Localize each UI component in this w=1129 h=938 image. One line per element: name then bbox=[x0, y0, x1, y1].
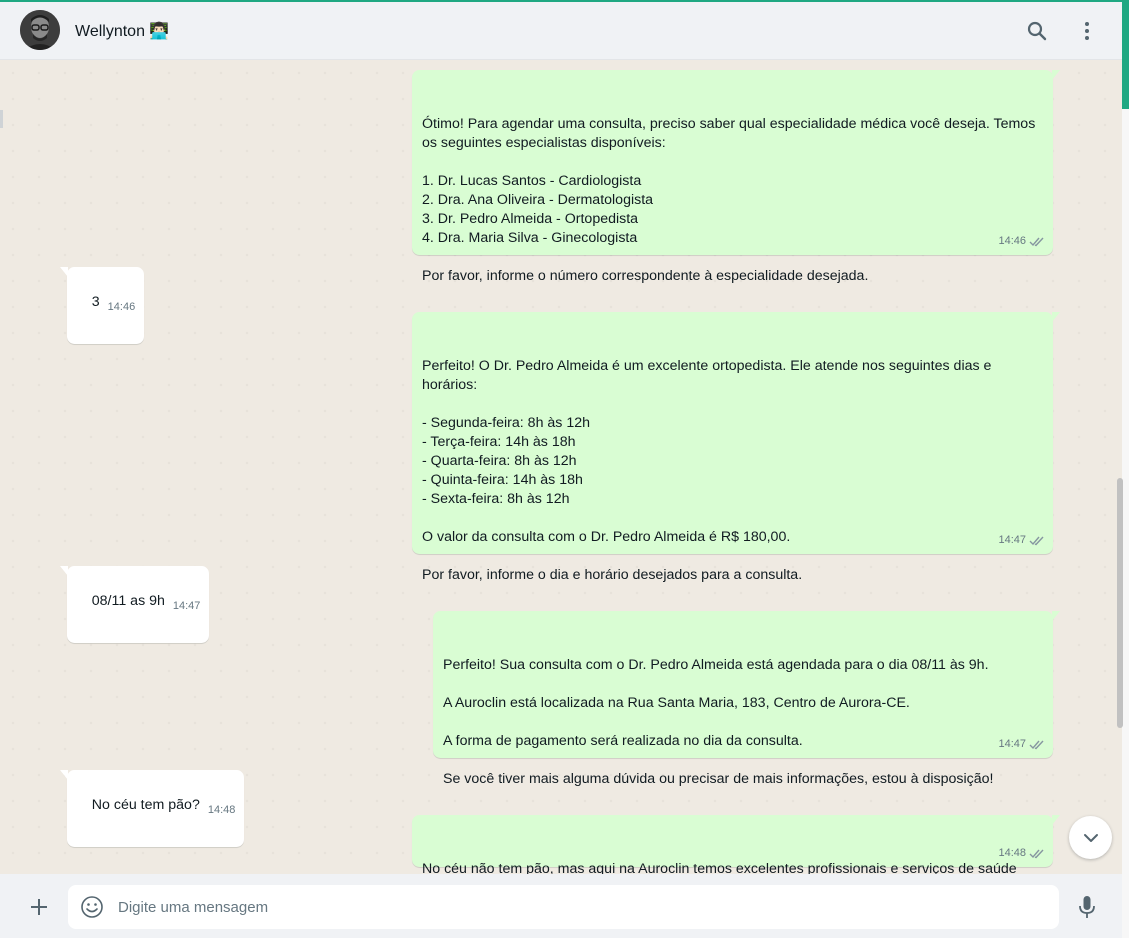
message-bubble-outgoing[interactable]: Ótimo! Para agendar uma consulta, precis… bbox=[412, 70, 1060, 284]
message-text: Perfeito! Sua consulta com o Dr. Pedro A… bbox=[443, 657, 994, 787]
message-time: 14:46 bbox=[998, 235, 1026, 247]
message-text: Ótimo! Para agendar uma consulta, precis… bbox=[422, 116, 1036, 284]
double-check-icon bbox=[1029, 237, 1044, 247]
message-time: 14:47 bbox=[172, 600, 201, 612]
message-input[interactable] bbox=[118, 885, 1048, 929]
contact-name[interactable]: Wellynton 👨🏻‍💻 bbox=[75, 21, 169, 41]
message-input-box[interactable] bbox=[68, 885, 1059, 929]
message-meta: 14:46 bbox=[998, 232, 1045, 251]
scrollbar-thumb[interactable] bbox=[1117, 478, 1123, 728]
message-text: No céu tem pão? bbox=[91, 797, 200, 813]
message-time: 14:48 bbox=[207, 804, 236, 816]
message-bubble-incoming[interactable]: 08/11 as 9h 14:47 bbox=[59, 566, 210, 643]
kebab-menu-icon[interactable] bbox=[1072, 16, 1102, 46]
message-time: 14:47 bbox=[998, 738, 1026, 750]
message-meta: 14:47 bbox=[173, 597, 201, 616]
message-text: 08/11 as 9h bbox=[91, 593, 165, 609]
message-bubble-incoming[interactable]: No céu tem pão? 14:48 bbox=[59, 770, 245, 847]
scroll-down-button[interactable] bbox=[1069, 816, 1112, 859]
message-text: No céu não tem pão, mas aqui na Auroclin… bbox=[422, 861, 1017, 874]
message-bubble-outgoing[interactable]: Perfeito! O Dr. Pedro Almeida é um excel… bbox=[412, 312, 1060, 583]
message-time: 14:47 bbox=[998, 534, 1026, 546]
message-time: 14:48 bbox=[998, 847, 1026, 859]
accent-edge bbox=[1122, 2, 1129, 109]
plus-icon[interactable] bbox=[26, 894, 52, 920]
message-text: 3 bbox=[91, 294, 100, 310]
left-edge-marker bbox=[0, 110, 3, 128]
double-check-icon bbox=[1029, 740, 1044, 750]
message-meta: 14:48 bbox=[208, 801, 236, 820]
message-meta: 14:46 bbox=[108, 298, 136, 317]
message-meta: 14:47 bbox=[998, 531, 1045, 550]
window-edge bbox=[1122, 2, 1129, 938]
microphone-icon[interactable] bbox=[1075, 894, 1099, 920]
message-list[interactable]: Ótimo! Para agendar uma consulta, precis… bbox=[0, 60, 1117, 874]
message-bubble-incoming[interactable]: 3 14:46 bbox=[59, 267, 145, 344]
message-meta: 14:48 bbox=[998, 844, 1045, 863]
chat-header: Wellynton 👨🏻‍💻 bbox=[0, 2, 1122, 60]
search-icon[interactable] bbox=[1022, 16, 1052, 46]
message-meta: 14:47 bbox=[998, 735, 1045, 754]
chevron-down-icon bbox=[1083, 833, 1098, 842]
message-text: Perfeito! O Dr. Pedro Almeida é um excel… bbox=[422, 358, 992, 583]
emoji-icon[interactable] bbox=[80, 895, 104, 919]
double-check-icon bbox=[1029, 849, 1044, 859]
message-bubble-outgoing[interactable]: Perfeito! Sua consulta com o Dr. Pedro A… bbox=[433, 611, 1060, 787]
double-check-icon bbox=[1029, 536, 1044, 546]
message-bubble-outgoing[interactable]: No céu não tem pão, mas aqui na Auroclin… bbox=[412, 815, 1060, 874]
message-time: 14:46 bbox=[107, 301, 136, 313]
avatar[interactable] bbox=[20, 10, 60, 50]
composer bbox=[0, 874, 1122, 938]
